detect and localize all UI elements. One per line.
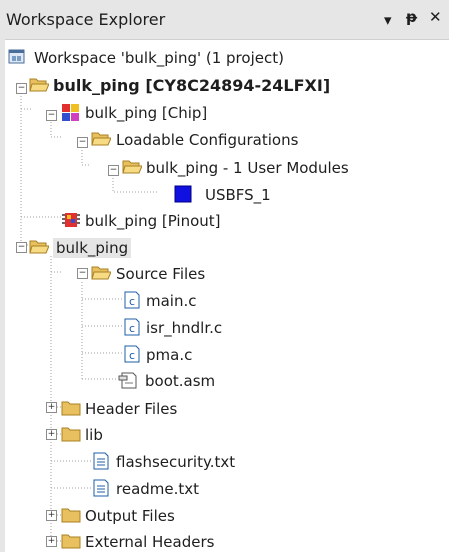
- usbfs-label: USBFS_1: [205, 186, 271, 204]
- output-files-node[interactable]: Output Files: [5, 503, 445, 529]
- svg-text:c: c: [129, 349, 135, 362]
- bulk-ping-folder-node[interactable]: bulk_ping: [5, 235, 445, 261]
- folder-open-icon: [29, 78, 49, 92]
- folder-closed-icon: [61, 534, 81, 549]
- loadable-configurations-label: Loadable Configurations: [116, 131, 299, 149]
- chip-label: bulk_ping [Chip]: [85, 104, 208, 122]
- dropdown-icon[interactable]: ▾: [384, 11, 392, 29]
- svg-text:c: c: [129, 322, 135, 335]
- source-files-node[interactable]: Source Files: [5, 261, 445, 287]
- folder-open-icon: [122, 160, 142, 174]
- usb-module-icon: [174, 185, 192, 203]
- header-files-node[interactable]: Header Files: [5, 396, 445, 422]
- header-files-label: Header Files: [85, 400, 178, 418]
- workspace-label: Workspace 'bulk_ping' (1 project): [34, 49, 284, 67]
- loadable-configurations-node[interactable]: Loadable Configurations: [5, 127, 445, 153]
- pin-icon[interactable]: ᵽ: [406, 8, 417, 26]
- workspace-icon: [8, 49, 25, 64]
- pma-c-label: pma.c: [146, 346, 193, 364]
- flashsecurity-txt-node[interactable]: flashsecurity.txt: [5, 449, 445, 475]
- project-label: bulk_ping [CY8C24894-24LFXI]: [53, 76, 331, 95]
- folder-open-icon: [91, 132, 111, 146]
- external-headers-label: External Headers: [85, 533, 215, 551]
- folder-open-icon: [29, 240, 49, 254]
- main-c-node[interactable]: c main.c: [5, 288, 445, 314]
- folder-closed-icon: [61, 508, 81, 523]
- c-file-icon: c: [124, 345, 140, 363]
- chip-node[interactable]: bulk_ping [Chip]: [5, 100, 445, 126]
- c-file-icon: c: [124, 291, 140, 309]
- chip-icon: [62, 104, 79, 121]
- pinout-label: bulk_ping [Pinout]: [85, 212, 221, 230]
- lib-label: lib: [85, 426, 103, 444]
- bulk-ping-folder-label: bulk_ping: [53, 238, 132, 258]
- user-modules-node[interactable]: bulk_ping - 1 User Modules: [5, 155, 445, 181]
- pinout-node[interactable]: bulk_ping [Pinout]: [5, 208, 445, 234]
- main-c-label: main.c: [146, 292, 197, 310]
- boot-asm-label: boot.asm: [145, 372, 216, 390]
- workspace-explorer-panel: Workspace Explorer ▾ ᵽ ✕ − − − − − − + +…: [0, 0, 449, 552]
- external-headers-node[interactable]: External Headers: [5, 529, 445, 555]
- user-modules-label: bulk_ping - 1 User Modules: [146, 159, 349, 177]
- close-icon[interactable]: ✕: [429, 8, 442, 26]
- folder-open-icon: [91, 266, 111, 280]
- readme-txt-node[interactable]: readme.txt: [5, 476, 445, 502]
- isr-hndlr-c-node[interactable]: c isr_hndlr.c: [5, 315, 445, 341]
- c-file-icon: c: [124, 318, 140, 336]
- folder-closed-icon: [61, 401, 81, 416]
- pinout-icon: [62, 213, 80, 227]
- workspace-tree: − − − − − − + + + + Workspace 'bulk_ping…: [5, 39, 449, 552]
- panel-title: Workspace Explorer: [6, 10, 166, 29]
- workspace-node[interactable]: Workspace 'bulk_ping' (1 project): [5, 45, 445, 71]
- readme-txt-label: readme.txt: [116, 480, 200, 498]
- lib-node[interactable]: lib: [5, 422, 445, 448]
- pma-c-node[interactable]: c pma.c: [5, 342, 445, 368]
- svg-text:c: c: [129, 295, 135, 308]
- flashsecurity-txt-label: flashsecurity.txt: [116, 453, 236, 471]
- isr-hndlr-c-label: isr_hndlr.c: [146, 319, 223, 337]
- asm-file-icon: [118, 372, 137, 389]
- text-file-icon: [93, 452, 109, 470]
- text-file-icon: [93, 479, 109, 497]
- boot-asm-node[interactable]: boot.asm: [5, 368, 445, 394]
- project-node[interactable]: bulk_ping [CY8C24894-24LFXI]: [5, 73, 445, 99]
- source-files-label: Source Files: [116, 265, 206, 283]
- panel-title-bar: Workspace Explorer ▾ ᵽ ✕: [0, 0, 449, 40]
- usbfs-node[interactable]: USBFS_1: [5, 182, 445, 208]
- folder-closed-icon: [61, 427, 81, 442]
- output-files-label: Output Files: [85, 507, 175, 525]
